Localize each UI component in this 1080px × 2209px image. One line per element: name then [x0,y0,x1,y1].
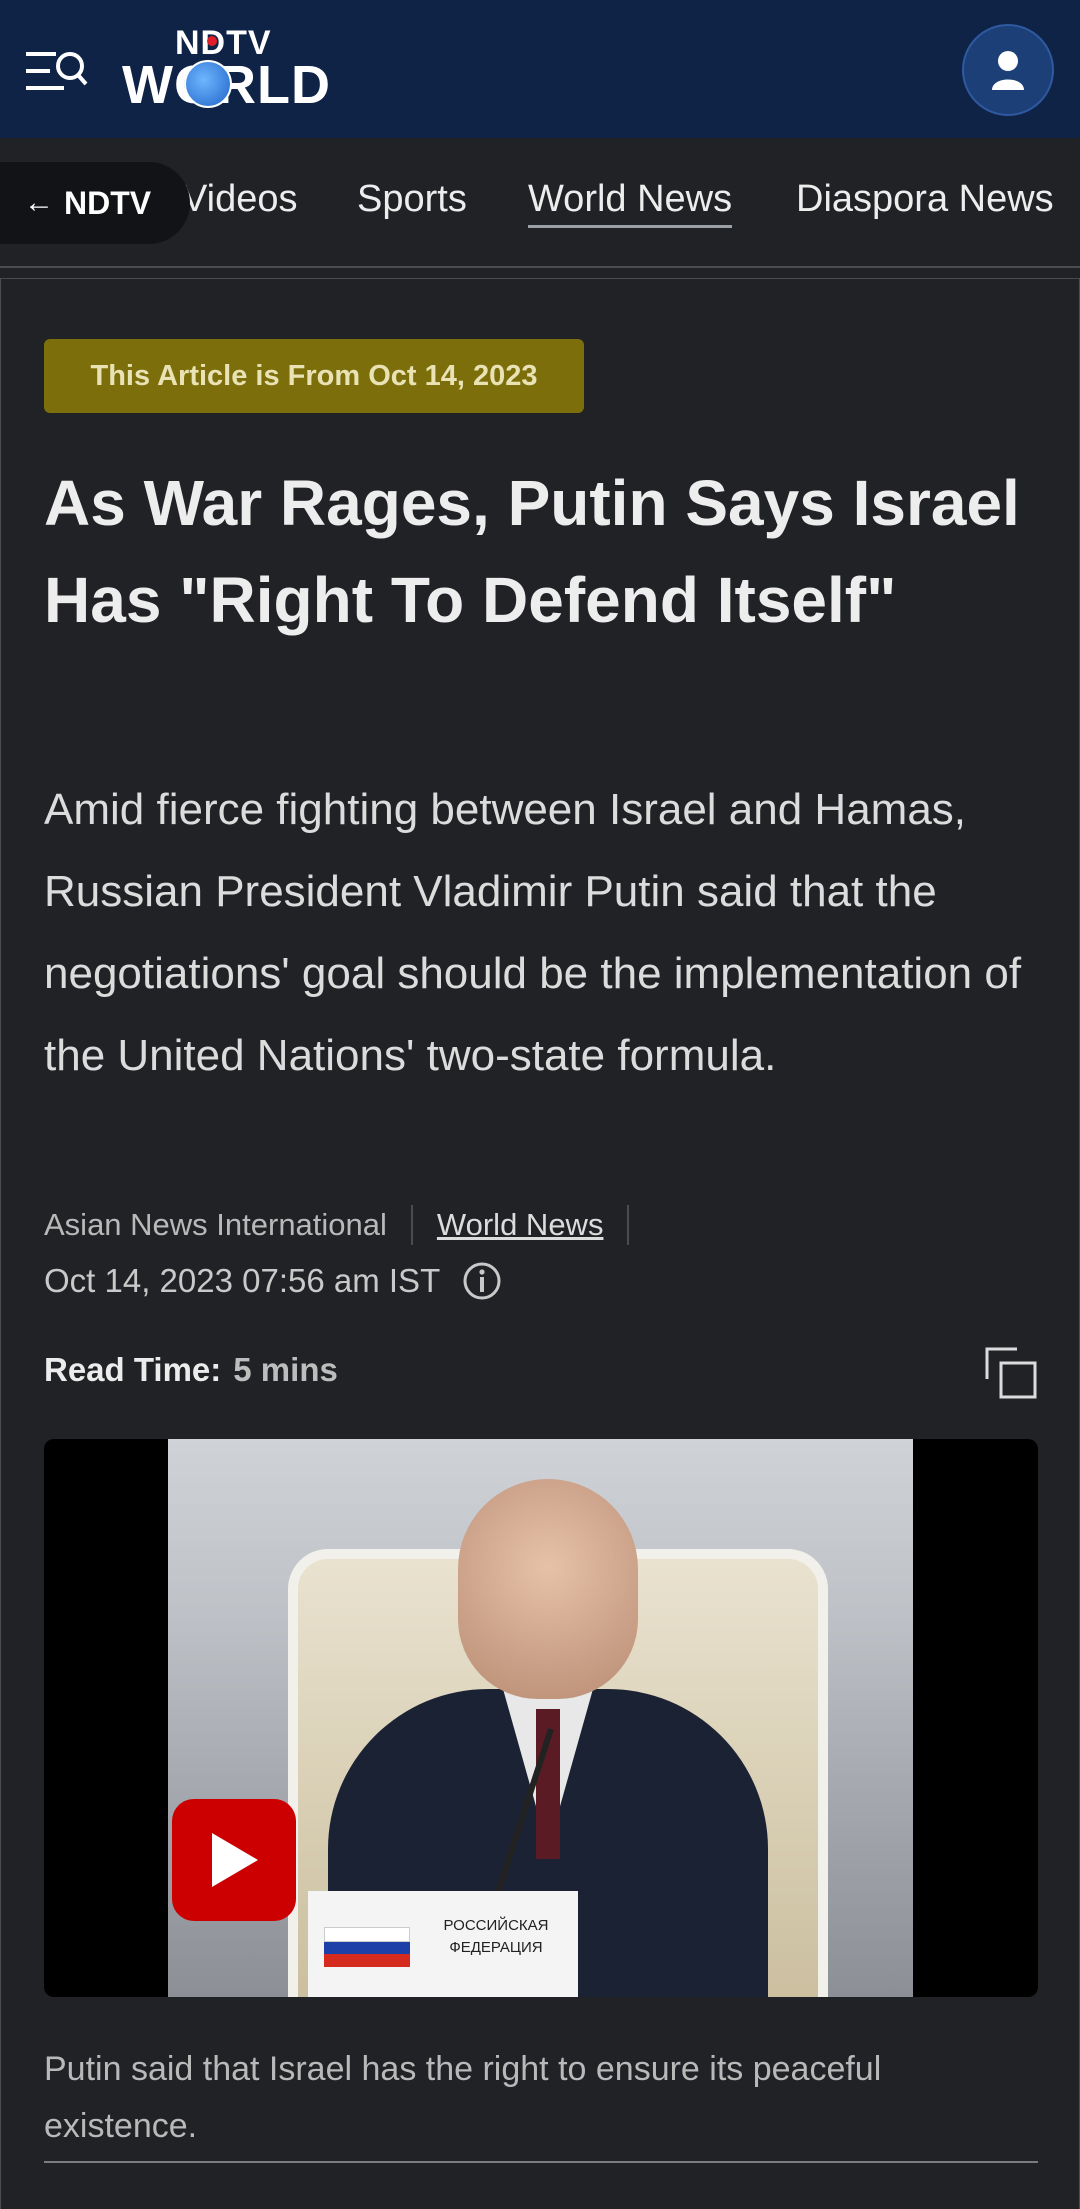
profile-button[interactable] [962,24,1054,116]
article-date-badge: This Article is From Oct 14, 2023 [44,339,584,413]
placard-text: РОССИЙСКАЯ ФЕДЕРАЦИЯ [443,1917,549,1956]
category-link[interactable]: World News [437,1207,604,1243]
globe-icon [184,60,232,108]
divider [627,1205,630,1245]
play-button[interactable] [172,1799,296,1921]
nav-item-sports[interactable]: Sports [357,178,467,221]
article-container: This Article is From Oct 14, 2023 As War… [0,278,1080,2209]
nav-item-videos[interactable]: Videos [182,178,298,221]
divider [410,1205,413,1245]
video-player[interactable]: РОССИЙСКАЯ ФЕДЕРАЦИЯ [44,1439,1038,1997]
read-time-value: 5 mins [233,1351,338,1388]
byline: Asian News International World News [44,1205,653,1245]
arrow-left-icon: ← [24,186,54,219]
copy-icon[interactable] [983,1345,1039,1401]
user-icon [992,51,1024,90]
back-label: NDTV [64,184,152,221]
publish-datetime: Oct 14, 2023 07:56 am IST [44,1262,441,1299]
play-icon [212,1833,258,1887]
section-nav: ← NDTV Videos Sports World News Diaspora… [0,138,1080,268]
info-icon[interactable] [462,1261,502,1301]
thumbnail-placard: РОССИЙСКАЯ ФЕДЕРАЦИЯ [308,1891,578,1997]
article-summary: Amid fierce fighting between Israel and … [44,785,1022,1080]
read-time: Read Time: 5 mins [44,1351,338,1389]
menu-search-icon[interactable] [24,46,90,96]
top-header: NDTV WORLD [0,0,1080,140]
thumbnail-head [458,1479,638,1699]
nav-item-world-news[interactable]: World News [528,178,733,228]
ndtv-world-logo[interactable]: NDTV WORLD [120,24,370,115]
back-to-ndtv-button[interactable]: ← NDTV [0,162,190,244]
russia-flag-icon [324,1927,410,1967]
read-time-label: Read Time: [44,1351,222,1388]
video-caption: Putin said that Israel has the right to … [44,2041,1038,2163]
source-name: Asian News International [44,1207,387,1242]
logo-dot [207,36,217,46]
nav-item-diaspora-news[interactable]: Diaspora News [796,178,1054,221]
publish-dateline: Oct 14, 2023 07:56 am IST [44,1259,502,1303]
article-headline: As War Rages, Putin Says Israel Has "Rig… [44,467,1020,636]
